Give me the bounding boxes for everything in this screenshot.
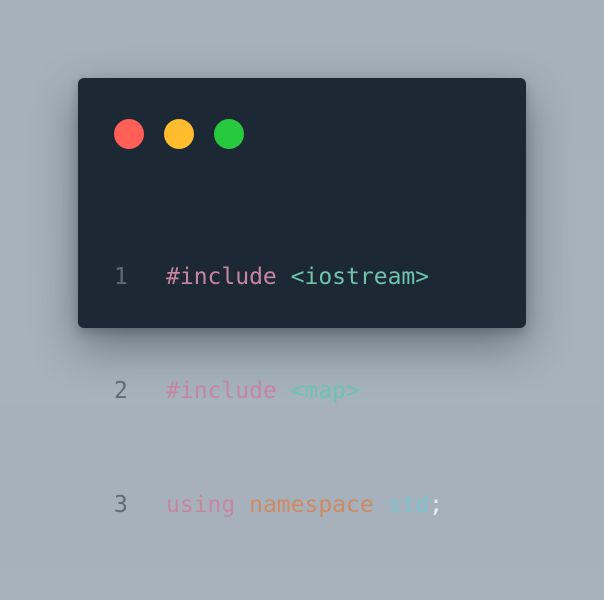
preprocessor-directive: #include: [166, 378, 277, 404]
code-line: 3 using namespace std;: [114, 486, 443, 524]
code-line: 2 #include <map>: [114, 372, 443, 410]
maximize-dot-icon[interactable]: [214, 119, 244, 149]
header-name: <iostream>: [290, 264, 430, 290]
code-block: 1 #include <iostream> 2 #include <map> 3 us…: [114, 182, 443, 600]
close-dot-icon[interactable]: [114, 119, 144, 149]
namespace-identifier: std: [387, 492, 430, 518]
semicolon: ;: [429, 492, 443, 518]
minimize-dot-icon[interactable]: [164, 119, 194, 149]
preprocessor-directive: #include: [166, 264, 277, 290]
using-keyword: using: [166, 492, 236, 518]
namespace-keyword: namespace: [249, 492, 374, 518]
line-number: 3: [114, 492, 128, 518]
line-number: 1: [114, 264, 128, 290]
header-name: <map>: [290, 378, 360, 404]
line-number: 2: [114, 378, 128, 404]
code-line: 1 #include <iostream>: [114, 258, 443, 296]
window-controls: [114, 119, 244, 149]
code-window: 1 #include <iostream> 2 #include <map> 3 us…: [78, 78, 526, 518]
